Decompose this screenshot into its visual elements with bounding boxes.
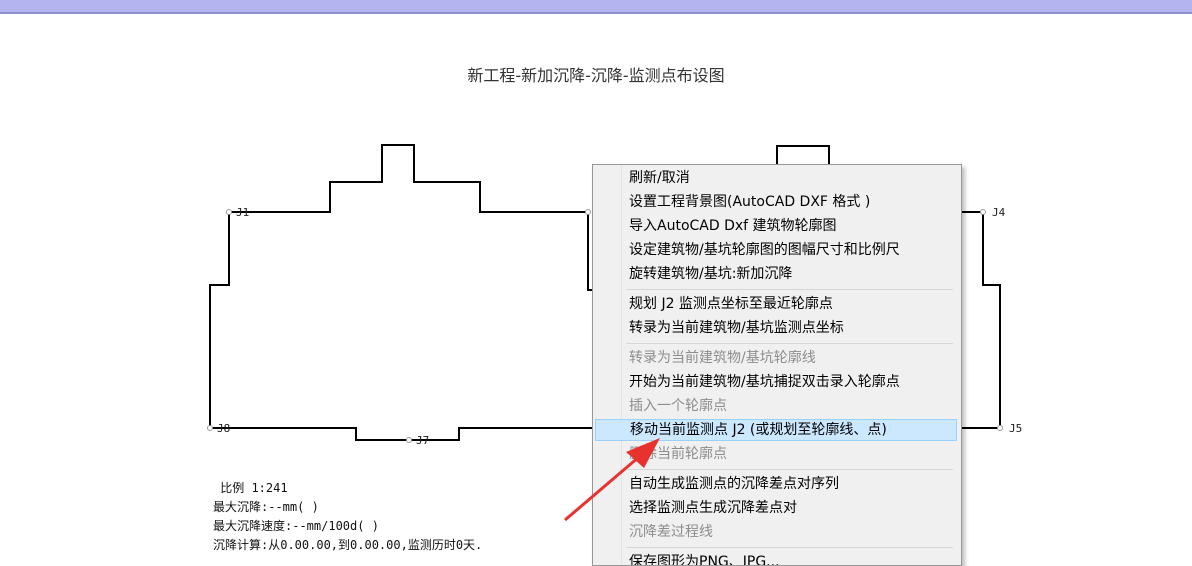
building-outline-far-right: [962, 211, 1001, 429]
context-menu: 刷新/取消 设置工程背景图(AutoCAD DXF 格式 ) 导入AutoCAD…: [592, 164, 962, 566]
building-outline-bottom: [210, 427, 592, 441]
point-marker-j7: [406, 437, 412, 443]
menu-item-delete-point: 删除当前轮廓点: [629, 446, 727, 462]
menu-item-select-pairs[interactable]: 选择监测点生成沉降差点对: [595, 497, 957, 519]
point-marker-j5: [997, 425, 1003, 431]
menu-item-plan-nearest[interactable]: 规划 J2 监测点坐标至最近轮廓点: [595, 293, 957, 315]
menu-item-save-image[interactable]: 保存图形为PNG、JPG...: [595, 551, 957, 565]
point-marker-j1: [226, 209, 232, 215]
menu-item-import-dxf[interactable]: 导入AutoCAD Dxf 建筑物轮廓图: [595, 215, 957, 237]
menu-item-move-point[interactable]: 移动当前监测点 J2 (或规划至轮廓线、点): [595, 419, 957, 441]
point-marker-j8: [207, 425, 213, 431]
menu-item-insert-point: 插入一个轮廓点: [629, 398, 727, 414]
max-rate-text: 最大沉降速度:--mm/100d( ): [213, 519, 379, 533]
scale-text: 比例 1:241: [213, 481, 288, 495]
menu-separator: [627, 469, 953, 470]
menu-item-rotate[interactable]: 旋转建筑物/基坑:新加沉降: [595, 263, 957, 285]
point-marker-j2: [585, 209, 591, 215]
menu-item-record-outline: 转录为当前建筑物/基坑轮廓线: [629, 350, 816, 366]
point-label-j5: J5: [1009, 422, 1022, 435]
menu-item-refresh-cancel[interactable]: 刷新/取消: [595, 167, 957, 189]
menu-separator: [627, 289, 953, 290]
menu-item-record-points[interactable]: 转录为当前建筑物/基坑监测点坐标: [595, 317, 957, 339]
menu-separator: [627, 547, 953, 548]
point-label-j4: J4: [992, 206, 1006, 219]
menu-item-diff-curve: 沉降差过程线: [629, 524, 713, 540]
building-outline: [209, 144, 600, 428]
point-label-j8: J8: [217, 422, 230, 435]
menu-item-set-background[interactable]: 设置工程背景图(AutoCAD DXF 格式 ): [595, 191, 957, 213]
calc-period-text: 沉降计算:从0.00.00,到0.00.00,监测历时0天.: [213, 538, 483, 552]
menu-separator: [627, 343, 953, 344]
building-outline-right: [776, 145, 830, 164]
point-marker-j4: [980, 209, 986, 215]
max-settlement-text: 最大沉降:--mm( ): [213, 500, 319, 514]
point-label-j7: J7: [416, 434, 429, 447]
point-label-j1: J1: [236, 206, 249, 219]
menu-item-capture-outline[interactable]: 开始为当前建筑物/基坑捕捉双击录入轮廓点: [595, 371, 957, 393]
menu-item-set-scale[interactable]: 设定建筑物/基坑轮廓图的图幅尺寸和比例尺: [595, 239, 957, 261]
menu-item-auto-pairs[interactable]: 自动生成监测点的沉降差点对序列: [595, 473, 957, 495]
